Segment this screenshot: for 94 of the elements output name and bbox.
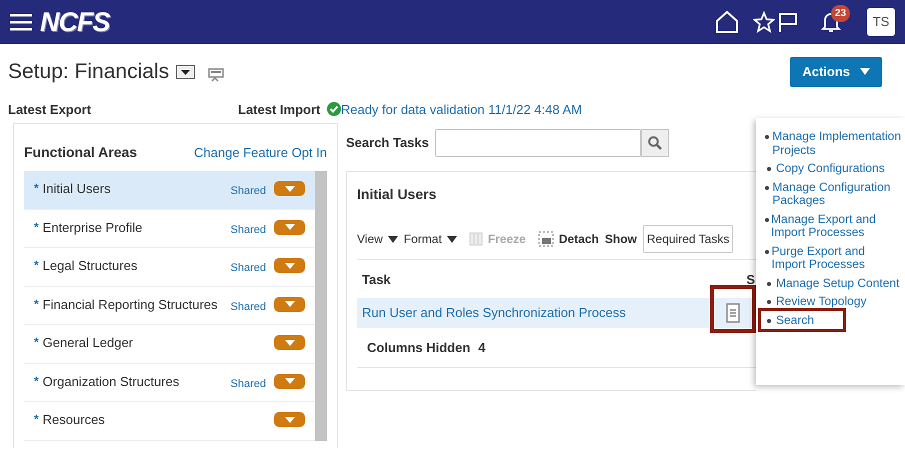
detach-icon (538, 231, 554, 247)
item-label: Resources (42, 411, 105, 429)
columns-hidden-count: 4 (478, 338, 486, 356)
star-icon[interactable] (753, 11, 775, 33)
panel-title: Functional Areas (24, 143, 138, 162)
page-title: Setup: Financials (8, 59, 170, 85)
bullet-icon (764, 218, 769, 222)
dropdown-icon[interactable] (176, 64, 195, 79)
required-mark: * (34, 180, 39, 197)
item-menu-button[interactable] (274, 296, 305, 312)
menu-item[interactable]: Manage Configuration Packages (772, 180, 901, 208)
item-label: General Ledger (42, 334, 134, 352)
freeze-icon (468, 232, 483, 246)
bullet-icon (767, 318, 771, 322)
caret-icon (284, 378, 294, 384)
shared-tag: Shared (230, 222, 266, 238)
menu-item[interactable]: Review Topology (776, 295, 866, 308)
required-mark: * (34, 257, 39, 274)
shared-tag: Shared (230, 183, 266, 200)
toolbar-button[interactable]: Detach (532, 230, 599, 248)
required-mark: * (34, 296, 39, 312)
document-icon[interactable] (726, 302, 740, 322)
caret-icon (284, 301, 294, 307)
show-label: Show (604, 231, 637, 248)
caret-icon (284, 224, 294, 230)
menu-item[interactable]: Search (776, 314, 814, 327)
shared-tag: Shared (230, 298, 266, 315)
search-button[interactable] (641, 129, 670, 157)
bullet-icon (767, 300, 771, 304)
home-icon[interactable] (715, 10, 739, 34)
item-label: Legal Structures (42, 257, 138, 275)
bullet-icon (764, 250, 769, 254)
functional-area-item[interactable]: * Initial Users Shared (24, 171, 315, 210)
caret-icon (446, 236, 457, 242)
functional-area-item[interactable]: * General Ledger (24, 325, 315, 364)
menu-icon[interactable] (10, 13, 32, 31)
shared-tag: Shared (230, 376, 266, 392)
bullet-icon (765, 135, 770, 139)
notification-badge: 23 (831, 5, 850, 22)
user-avatar[interactable]: TS (867, 8, 895, 36)
search-field[interactable] (435, 129, 642, 157)
columns-hidden-label: Columns Hidden (367, 338, 470, 356)
functional-area-item[interactable]: * Legal Structures Shared (24, 248, 315, 286)
item-label: Enterprise Profile (42, 218, 142, 237)
item-menu-button[interactable] (274, 220, 305, 234)
menu-item[interactable]: Manage Setup Content (776, 276, 900, 290)
search-icon (648, 136, 662, 150)
functional-area-item[interactable]: * Organization Structures Shared (24, 364, 315, 402)
column-header: Task (362, 271, 391, 289)
shared-tag: Shared (230, 260, 266, 276)
actions-button[interactable]: Actions (790, 57, 882, 86)
toolbar-button[interactable]: View (357, 230, 398, 248)
functional-area-item[interactable]: * Enterprise Profile Shared (24, 210, 315, 248)
functional-area-item[interactable]: * Financial Reporting Structures Shared (24, 286, 315, 325)
menu-item[interactable]: Manage Implementation Projects (772, 130, 901, 157)
caret-icon (284, 186, 294, 192)
scrollbar[interactable] (315, 171, 327, 440)
flag-icon[interactable] (777, 11, 799, 33)
functional-area-item[interactable]: * Resources (24, 402, 315, 440)
latest-export-label: Latest Export (8, 100, 92, 119)
change-feature-link[interactable]: Change Feature Opt In (194, 142, 327, 162)
caret-icon (284, 416, 294, 422)
menu-item[interactable]: Copy Configurations (776, 162, 885, 176)
latest-import-label: Latest Import (238, 100, 320, 119)
bullet-icon (765, 186, 770, 190)
required-mark: * (34, 218, 39, 236)
bullet-icon (767, 167, 771, 171)
check-circle-icon (326, 102, 341, 116)
bullet-icon (767, 282, 771, 286)
column-header: S (746, 271, 755, 289)
task-link[interactable]: Run User and Roles Synchronization Process (362, 302, 626, 322)
item-menu-button[interactable] (274, 335, 305, 350)
item-label: Organization Structures (42, 372, 180, 391)
item-menu-button[interactable] (274, 258, 305, 273)
caret-icon (388, 236, 398, 242)
caret-icon (284, 262, 294, 268)
item-menu-button[interactable] (274, 412, 305, 427)
required-mark: * (34, 334, 39, 351)
required-mark: * (34, 372, 39, 390)
item-menu-button[interactable] (274, 181, 305, 196)
search-tasks-label: Search Tasks (346, 134, 429, 152)
logo[interactable]: NCFS (40, 8, 110, 36)
required-mark: * (34, 411, 39, 428)
menu-item[interactable]: Purge Export and Import Processes (772, 244, 901, 272)
menu-item[interactable]: Manage Export and Import Processes (771, 212, 901, 240)
panel-title: Initial Users (357, 185, 438, 204)
toolbar-button[interactable]: Format (404, 230, 457, 248)
show-select[interactable]: Required Tasks (642, 225, 734, 253)
item-menu-button[interactable] (274, 374, 305, 388)
item-label: Financial Reporting Structures (42, 296, 218, 314)
import-status-link[interactable]: Ready for data validation 11/1/22 4:48 AM (340, 100, 582, 119)
item-label: Initial Users (42, 180, 111, 198)
caret-icon (284, 340, 294, 346)
caret-icon (860, 68, 870, 76)
